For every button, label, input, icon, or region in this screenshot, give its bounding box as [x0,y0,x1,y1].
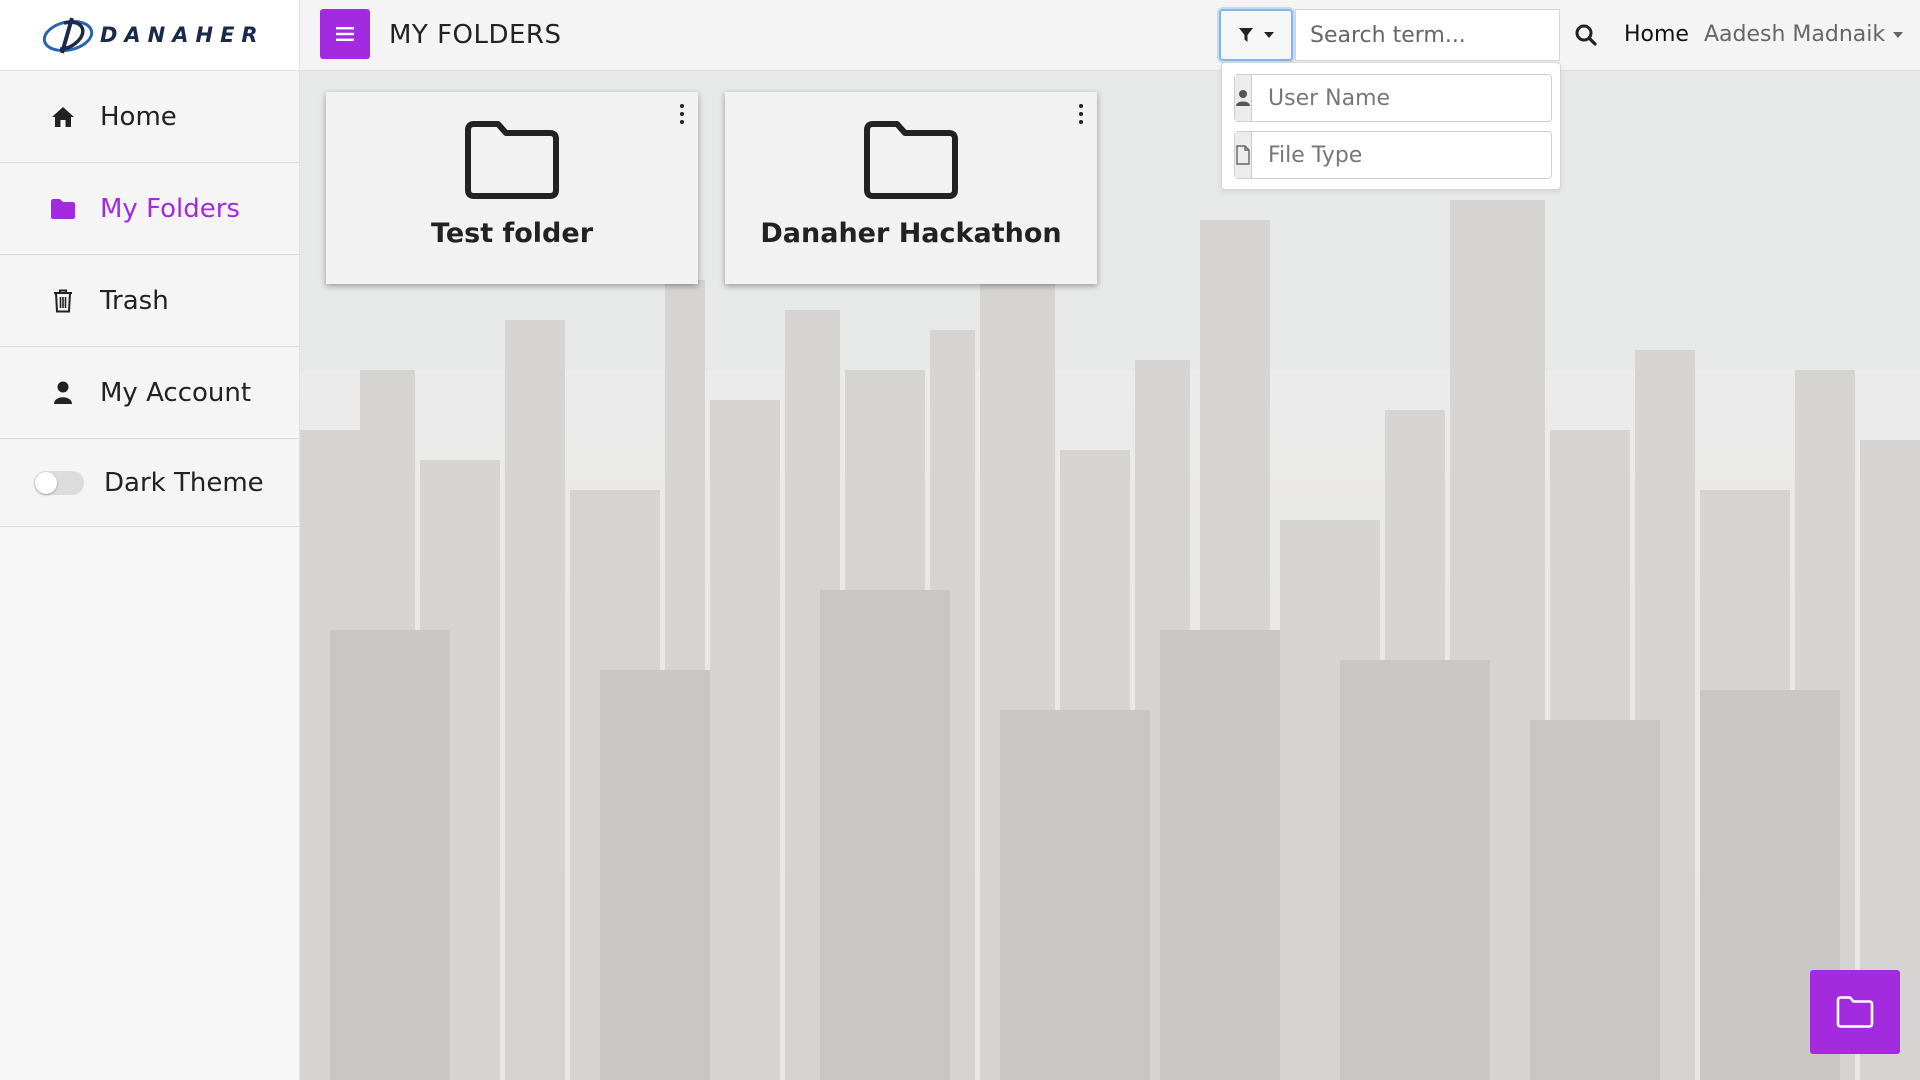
folder-outline-icon [864,121,958,199]
sidebar: DANAHER Home My Folders Trash My Account… [0,0,300,1080]
sidebar-item-home[interactable]: Home [0,71,299,163]
more-options-icon[interactable] [1077,104,1085,124]
filter-dropdown-button[interactable] [1219,9,1293,61]
folder-outline-icon [465,121,559,199]
sidebar-item-label: My Folders [100,193,240,224]
file-icon-addon [1235,132,1252,178]
user-icon [50,380,76,406]
user-name-filter-input[interactable] [1252,75,1558,121]
hamburger-icon [336,27,354,41]
folder-card[interactable]: Test folder [326,92,698,284]
dark-theme-toggle-switch[interactable] [34,470,84,495]
folder-icon [50,196,76,222]
page-title: MY FOLDERS [389,20,562,50]
folder-name: Danaher Hackathon [760,218,1062,249]
folder-card[interactable]: Danaher Hackathon [725,92,1097,284]
file-icon [1236,145,1250,165]
trash-icon [50,288,76,314]
danaher-logo-icon [42,17,94,54]
user-name: Aadesh Madnaik [1704,22,1886,47]
file-type-filter-input[interactable] [1252,132,1558,178]
new-folder-fab-button[interactable] [1810,970,1900,1054]
user-icon-addon [1235,75,1252,121]
brand-name: DANAHER [100,23,265,47]
top-navbar: MY FOLDERS Home Aadesh Madnaik [300,0,1920,71]
sidebar-item-my-account[interactable]: My Account [0,347,299,439]
user-icon [1236,90,1250,106]
folder-name: Test folder [430,218,594,249]
brand-logo[interactable]: DANAHER [0,0,299,71]
filter-dropdown-menu [1221,62,1561,190]
sidebar-item-trash[interactable]: Trash [0,255,299,347]
top-home-link[interactable]: Home [1624,22,1689,47]
search-input[interactable] [1295,9,1560,61]
folder-icon [1836,996,1874,1028]
more-options-icon[interactable] [678,104,686,124]
filter-icon [1239,28,1253,42]
sidebar-item-dark-theme[interactable]: Dark Theme [0,439,299,527]
sidebar-item-my-folders[interactable]: My Folders [0,163,299,255]
home-icon [50,104,76,130]
menu-toggle-button[interactable] [320,9,370,59]
caret-down-icon [1264,32,1274,38]
sidebar-item-label: My Account [100,377,252,408]
caret-down-icon [1893,31,1904,38]
sidebar-item-label: Trash [100,285,169,316]
dark-theme-label: Dark Theme [104,467,264,498]
sidebar-item-label: Home [100,101,177,132]
file-type-filter-group [1234,131,1558,179]
search-icon[interactable] [1573,22,1599,48]
user-name-filter-group [1234,74,1558,122]
user-menu-dropdown[interactable]: Aadesh Madnaik [1704,22,1904,47]
